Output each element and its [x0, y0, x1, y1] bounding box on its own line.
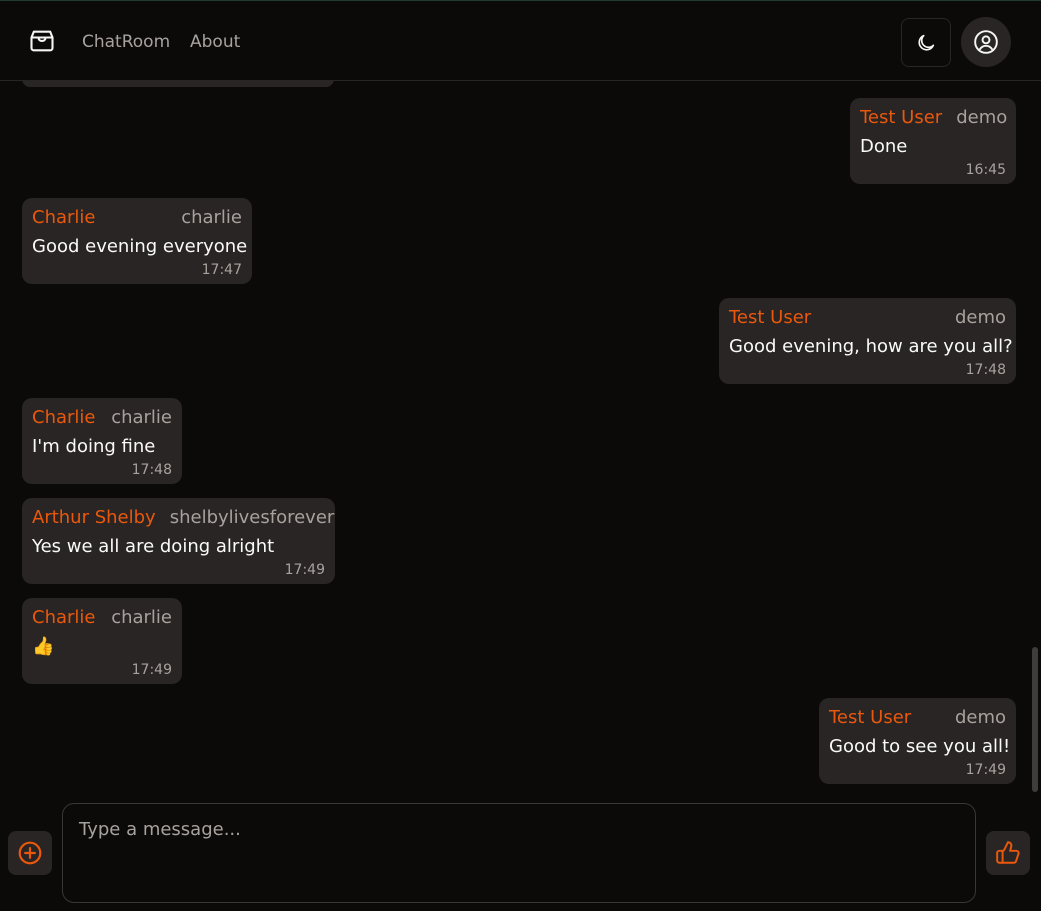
message-input[interactable] — [62, 803, 976, 903]
sender-username: charlie — [181, 207, 242, 228]
sender-name[interactable]: Charlie — [32, 406, 95, 430]
message-bubble-incoming: Charlie charlie I'm doing fine 17:48 — [22, 398, 182, 484]
message-header: Test User demo — [860, 106, 1008, 130]
sender-username: charlie — [111, 607, 172, 628]
message-text: 👍 — [32, 636, 55, 657]
message-bubble-incoming: Arthur Shelby shelbylivesforever Yes we … — [22, 498, 335, 584]
add-attachment-button[interactable] — [8, 831, 52, 875]
scrollbar-thumb[interactable] — [1032, 647, 1038, 792]
message-header: Charlie charlie — [32, 606, 172, 630]
message-text: Good evening, how are you all? — [729, 336, 1013, 357]
sender-username: charlie — [111, 407, 172, 428]
message-text: Yes we all are doing alright — [32, 536, 275, 557]
message-time: 17:49 — [131, 662, 172, 678]
message-text: Done — [860, 136, 908, 157]
message-header: Test User demo — [829, 706, 1006, 730]
sender-username: demo — [954, 707, 1006, 728]
package-icon[interactable] — [28, 27, 56, 55]
message-list[interactable]: Test User demo Done 16:45 Charlie charli… — [0, 81, 1041, 793]
sender-username: shelbylivesforever — [169, 507, 335, 528]
message-time: 17:47 — [201, 262, 242, 278]
thumbs-up-icon — [996, 841, 1020, 864]
sender-username: demo — [956, 107, 1008, 128]
moon-icon — [918, 34, 935, 51]
nav-link-chatroom[interactable]: ChatRoom — [82, 32, 170, 52]
sender-name[interactable]: Arthur Shelby — [32, 506, 156, 530]
message-header: Arthur Shelby shelbylivesforever — [32, 506, 334, 530]
sender-name[interactable]: Charlie — [32, 206, 95, 230]
message-text: Good evening everyone — [32, 236, 248, 257]
send-like-button[interactable] — [986, 831, 1030, 875]
message-text: Good to see you all! — [829, 736, 1011, 757]
sender-name[interactable]: Charlie — [32, 606, 95, 630]
message-bubble-outgoing: Test User demo Good evening, how are you… — [719, 298, 1016, 384]
message-text: I'm doing fine — [32, 436, 156, 457]
sender-username: demo — [954, 307, 1006, 328]
user-menu-button[interactable] — [961, 17, 1011, 67]
message-header: Charlie charlie — [32, 206, 242, 230]
message-time: 17:49 — [284, 562, 325, 578]
plus-circle-icon — [18, 841, 42, 865]
message-time: 17:48 — [131, 462, 172, 478]
nav-link-about[interactable]: About — [190, 32, 240, 52]
chat-app: ChatRoom About Test User demo Done 16:45 — [0, 0, 1041, 911]
sender-name[interactable]: Test User — [829, 706, 911, 730]
message-bubble-partial — [22, 81, 334, 87]
message-time: 16:45 — [965, 162, 1006, 178]
message-time: 17:49 — [965, 762, 1006, 778]
sender-name[interactable]: Test User — [860, 106, 942, 130]
message-bubble-outgoing: Test User demo Done 16:45 — [850, 98, 1016, 184]
message-bubble-incoming: Charlie charlie 👍 17:49 — [22, 598, 182, 684]
user-circle-icon — [974, 30, 998, 54]
message-bubble-incoming: Charlie charlie Good evening everyone 17… — [22, 198, 252, 284]
message-time: 17:48 — [965, 362, 1006, 378]
message-header: Charlie charlie — [32, 406, 172, 430]
top-navbar: ChatRoom About — [0, 0, 1041, 81]
message-header: Test User demo — [729, 306, 1006, 330]
message-bubble-outgoing: Test User demo Good to see you all! 17:4… — [819, 698, 1016, 784]
sender-name[interactable]: Test User — [729, 306, 811, 330]
theme-toggle-button[interactable] — [901, 18, 951, 67]
